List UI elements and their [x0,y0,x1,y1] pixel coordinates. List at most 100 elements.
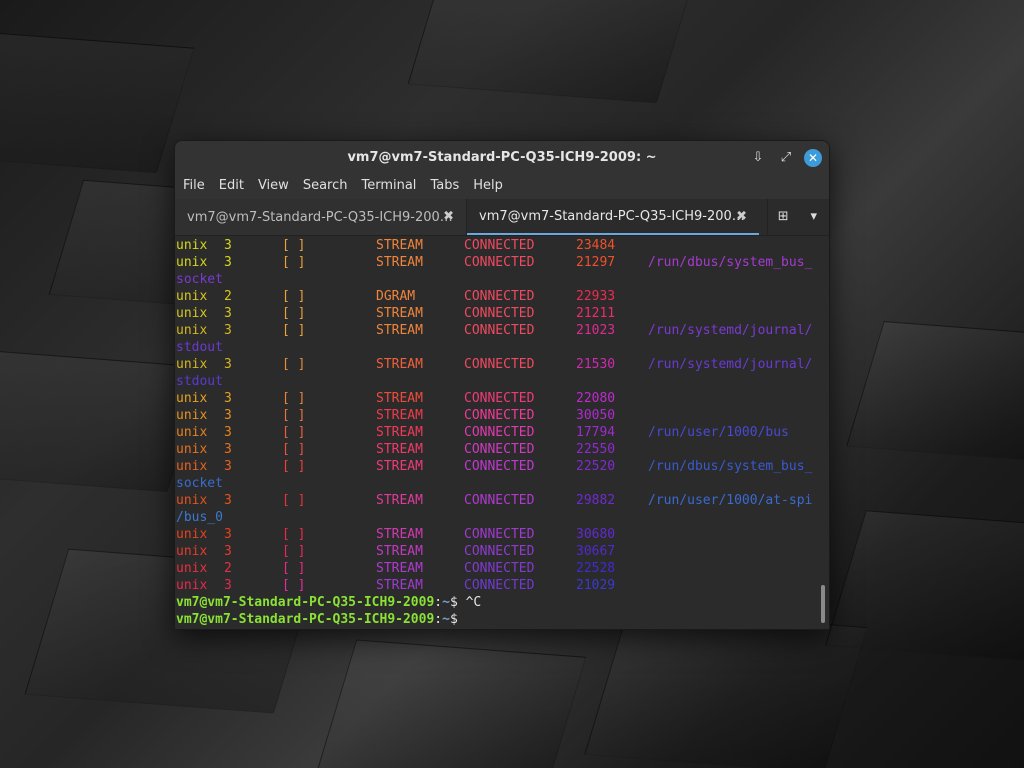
cell-state: CONNECTED [464,323,535,338]
cell-state: CONNECTED [464,578,535,593]
cell-state: CONNECTED [464,391,535,406]
cell-path: /run/dbus/system_bus_ [648,255,813,270]
prompt-separator: : [434,612,443,627]
output-line: unix 3 [ ] STREAM CONNECTED 30680 [176,526,829,543]
cell-state: CONNECTED [464,255,535,270]
menu-search[interactable]: Search [301,175,354,199]
cell-flags: [ ] [282,442,306,457]
menu-terminal[interactable]: Terminal [359,175,422,199]
terminal-window[interactable]: vm7@vm7-Standard-PC-Q35-ICH9-2009: ~ ⇩ ⤢… [174,140,830,630]
cell-state: CONNECTED [464,357,535,372]
prompt-user: vm7@vm7-Standard-PC-Q35-ICH9-2009 [176,595,435,610]
cell-refcnt: 3 [224,238,232,253]
terminal-output[interactable]: unix 3 [ ] STREAM CONNECTED 23484 unix 3 [ ] STRE… [175,237,829,629]
cell-flags: [ ] [282,544,306,559]
output-line: socket [176,271,829,288]
cell-flags: [ ] [282,255,306,270]
cell-refcnt: 3 [224,425,232,440]
tab-dropdown-icon[interactable]: ▾ [799,199,830,235]
cell-proto: unix [176,493,208,508]
output-line: unix 3 [ ] STREAM CONNECTED 22520/run/dbus/sy… [176,458,829,475]
cell-inode: 22520 [576,459,616,474]
cell-state: CONNECTED [464,425,535,440]
output-line: unix 3 [ ] STREAM CONNECTED 21297/run/dbus/sy… [176,254,829,271]
cell-inode: 30050 [576,408,616,423]
tab-label: vm7@vm7-Standard-PC-Q35-ICH9-200… [187,209,453,225]
scrollbar[interactable] [821,585,825,623]
cell-type: STREAM [376,459,423,474]
maximize-icon[interactable]: ⤢ [777,149,795,167]
new-tab-icon[interactable]: ⊞ [767,199,799,235]
background-block [407,0,695,104]
output-line: unix 3 [ ] STREAM CONNECTED 21029 [176,577,829,594]
menu-edit[interactable]: Edit [217,175,250,199]
prompt-symbol: $ [449,612,458,627]
cell-refcnt: 3 [224,357,232,372]
output-line: unix 3 [ ] STREAM CONNECTED 21211 [176,305,829,322]
output-line: unix 3 [ ] STREAM CONNECTED 30667 [176,543,829,560]
tab-2[interactable]: vm7@vm7-Standard-PC-Q35-ICH9-200… ✖ [467,199,759,235]
cell-proto: unix [176,306,208,321]
cell-state: CONNECTED [464,306,535,321]
cell-flags: [ ] [282,391,306,406]
background-block [584,608,868,768]
background-block [846,321,1024,461]
cell-inode: 21530 [576,357,616,372]
output-line: unix 3 [ ] STREAM CONNECTED 17794/run/user/10… [176,424,829,441]
prompt-path: ~ [442,612,450,627]
cell-refcnt: 3 [224,442,232,457]
cell-flags: [ ] [282,459,306,474]
cell-inode: 30680 [576,527,616,542]
cell-refcnt: 3 [224,459,232,474]
menu-file[interactable]: File [181,175,211,199]
output-line: unix 3 [ ] STREAM CONNECTED 23484 [176,237,829,254]
close-icon[interactable]: ✕ [804,149,822,167]
cell-type: STREAM [376,408,423,423]
cell-refcnt: 3 [224,544,232,559]
output-line: unix 3 [ ] STREAM CONNECTED 22080 [176,390,829,407]
cell-type: STREAM [376,357,423,372]
path-continuation: socket [176,272,223,287]
cell-type: DGRAM [376,289,416,304]
cell-inode: 23484 [576,238,616,253]
menu-tabs[interactable]: Tabs [428,175,465,199]
cell-state: CONNECTED [464,561,535,576]
cell-type: STREAM [376,238,423,253]
output-line: unix 3 [ ] STREAM CONNECTED 29882/run/user/10… [176,492,829,509]
output-line: stdout [176,373,829,390]
path-continuation: stdout [176,340,223,355]
cell-path: /run/user/1000/bus [648,425,789,440]
cell-inode: 22528 [576,561,616,576]
download-icon[interactable]: ⇩ [749,149,767,167]
cell-type: STREAM [376,578,423,593]
tab-close-icon[interactable]: ✖ [736,209,747,224]
tab-close-icon[interactable]: ✖ [443,209,454,224]
cell-type: STREAM [376,425,423,440]
cell-flags: [ ] [282,493,306,508]
cell-state: CONNECTED [464,289,535,304]
menu-view[interactable]: View [256,175,295,199]
cell-flags: [ ] [282,527,306,542]
cell-flags: [ ] [282,578,306,593]
title-bar[interactable]: vm7@vm7-Standard-PC-Q35-ICH9-2009: ~ ⇩ ⤢… [175,141,829,175]
cell-type: STREAM [376,255,423,270]
cell-state: CONNECTED [464,459,535,474]
cell-proto: unix [176,578,208,593]
background-block [315,639,587,768]
tab-1[interactable]: vm7@vm7-Standard-PC-Q35-ICH9-200… ✖ [175,199,467,235]
cell-refcnt: 3 [224,527,232,542]
cell-proto: unix [176,357,208,372]
tab-label: vm7@vm7-Standard-PC-Q35-ICH9-200… [479,208,745,224]
cell-refcnt: 3 [224,323,232,338]
menu-help[interactable]: Help [471,175,509,199]
cell-refcnt: 3 [224,255,232,270]
cell-proto: unix [176,255,208,270]
cell-refcnt: 3 [224,578,232,593]
cell-path: /run/systemd/journal/ [648,323,813,338]
cell-flags: [ ] [282,323,306,338]
output-line: unix 2 [ ] DGRAM CONNECTED 22933 [176,288,829,305]
cell-refcnt: 3 [224,306,232,321]
cell-proto: unix [176,408,208,423]
cell-state: CONNECTED [464,493,535,508]
cell-flags: [ ] [282,306,306,321]
